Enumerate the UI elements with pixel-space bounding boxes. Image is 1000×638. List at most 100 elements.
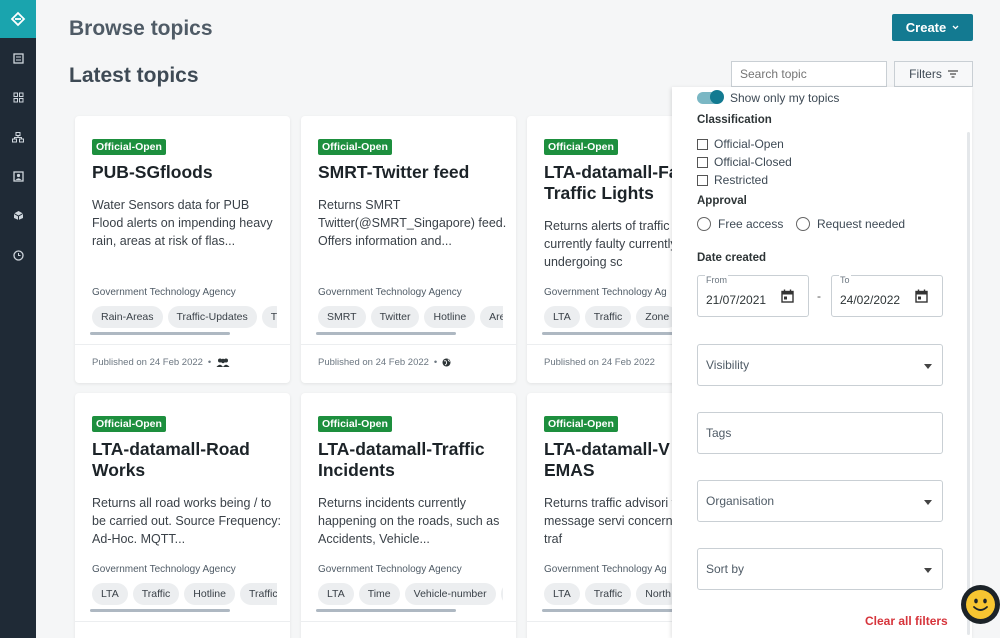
divider [301,621,516,622]
sort-select[interactable]: Sort by [697,548,943,590]
tag[interactable]: Traffic-Updates [167,306,257,328]
tag-scrollbar[interactable] [542,332,682,335]
tag-scrollbar[interactable] [90,332,230,335]
classification-badge: Official-Open [544,416,618,432]
tag[interactable]: Rain-Areas [92,306,163,328]
card-description: Water Sensors data for PUB Flood alerts … [92,198,273,248]
dot-separator: • [207,357,212,368]
tag[interactable]: Twitter [370,306,420,328]
classification-option[interactable]: Official-Closed [697,155,792,169]
card-organisation: Government Technology Ag [544,287,667,298]
divider [75,344,290,345]
divider [301,344,516,345]
tag[interactable]: T [261,306,277,328]
tag[interactable]: LTA [544,583,580,605]
tag[interactable]: Hotline [184,583,235,605]
tag[interactable]: Vehicle-number [404,583,496,605]
tag[interactable]: Hotline [424,306,476,328]
tag[interactable]: SMRT [318,306,366,328]
radio[interactable] [697,217,711,231]
card-description: Returns incidents currently happening on… [318,496,500,546]
tag[interactable]: Time [358,583,400,605]
tag[interactable]: I [500,583,503,605]
tag-list: Rain-Areas Traffic-Updates T [92,306,277,330]
search-input[interactable] [731,61,887,87]
logo-icon[interactable] [0,0,36,38]
tag[interactable]: LTA [544,306,580,328]
classification-badge: Official-Open [318,416,392,432]
checkbox[interactable] [697,138,708,150]
tag-list: SMRT Twitter Hotline Are [318,306,503,330]
topic-card[interactable]: Official-Open SMRT-Twitter feed Returns … [301,116,516,383]
to-date-field[interactable]: To 24/02/2022 [831,275,943,317]
tag-scrollbar[interactable] [542,609,682,612]
tag[interactable]: Are [480,306,503,328]
filter-panel: Show only my topics Classification Offic… [672,87,972,638]
tag-scrollbar[interactable] [316,332,456,335]
published-info: Published on 24 Feb 2022 • [92,357,230,368]
chevron-down-icon [952,25,959,30]
checkbox-label: Official-Open [714,137,784,151]
tag[interactable]: Traffic [584,583,632,605]
from-date-field[interactable]: From 21/07/2021 [697,275,809,317]
create-button[interactable]: Create [892,14,973,41]
card-description: Returns all road works being / to be car… [92,496,281,546]
catalog-icon[interactable] [11,51,25,65]
history-icon[interactable] [11,248,25,262]
tag-scrollbar[interactable] [316,609,456,612]
approval-option[interactable]: Request needed [796,217,905,231]
classification-badge: Official-Open [544,139,618,155]
tag[interactable]: Traffic [584,306,632,328]
classification-option[interactable]: Official-Open [697,137,784,151]
card-title[interactable]: PUB-SGfloods [92,162,287,183]
approval-option[interactable]: Free access [697,217,783,231]
topic-card[interactable]: Official-Open LTA-datamall-Road Works Re… [75,393,290,638]
my-topics-toggle[interactable] [697,90,724,104]
caret-down-icon [924,568,932,573]
dot-separator: • [433,357,438,368]
visibility-select[interactable]: Visibility [697,344,943,386]
radio[interactable] [796,217,810,231]
group-icon [216,358,230,367]
card-organisation: Government Technology Agency [92,564,236,575]
to-value: 24/02/2022 [840,293,901,307]
tag[interactable]: Traffic [132,583,180,605]
caret-down-icon [924,364,932,369]
tag[interactable]: Traffic [239,583,277,605]
filters-button[interactable]: Filters [894,61,973,87]
tags-input[interactable]: Tags [697,412,943,454]
classification-option[interactable]: Restricted [697,173,768,187]
checkbox-label: Restricted [714,173,769,187]
topic-card[interactable]: Official-Open LTA-datamall-Traffic Incid… [301,393,516,638]
tag[interactable]: LTA [318,583,354,605]
calendar-icon[interactable] [781,289,794,303]
box-icon[interactable] [11,208,25,222]
section-title: Latest topics [69,64,199,87]
panel-scrollbar[interactable] [967,132,970,635]
sidebar [0,0,36,638]
checkbox-label: Official-Closed [714,155,792,169]
clear-filters-link[interactable]: Clear all filters [865,614,948,628]
card-title[interactable]: LTA-datamall-Road Works [92,439,287,481]
published-date: Published on 24 Feb 2022 [318,357,429,368]
organisation-select[interactable]: Organisation [697,480,943,522]
classification-heading: Classification [697,114,772,126]
tag-scrollbar[interactable] [90,609,230,612]
card-title[interactable]: LTA-datamall-Traffic Incidents [318,439,513,481]
tag-list: LTATimeVehicle-numberI [318,583,503,607]
topic-card[interactable]: Official-Open PUB-SGfloods Water Sensors… [75,116,290,383]
grid-icon[interactable] [11,90,25,104]
published-date: Published on 24 Feb 2022 [92,357,203,368]
card-title[interactable]: SMRT-Twitter feed [318,162,513,183]
hierarchy-icon[interactable] [11,130,25,144]
checkbox[interactable] [697,156,708,168]
page-title: Browse topics [69,17,213,40]
filter-icon [947,70,958,78]
date-separator: - [817,289,821,303]
tag[interactable]: LTA [92,583,128,605]
calendar-icon[interactable] [915,289,928,303]
feedback-smiley-icon[interactable] [961,585,1000,624]
checkbox[interactable] [697,174,708,186]
contact-icon[interactable] [11,169,25,183]
divider [75,621,290,622]
